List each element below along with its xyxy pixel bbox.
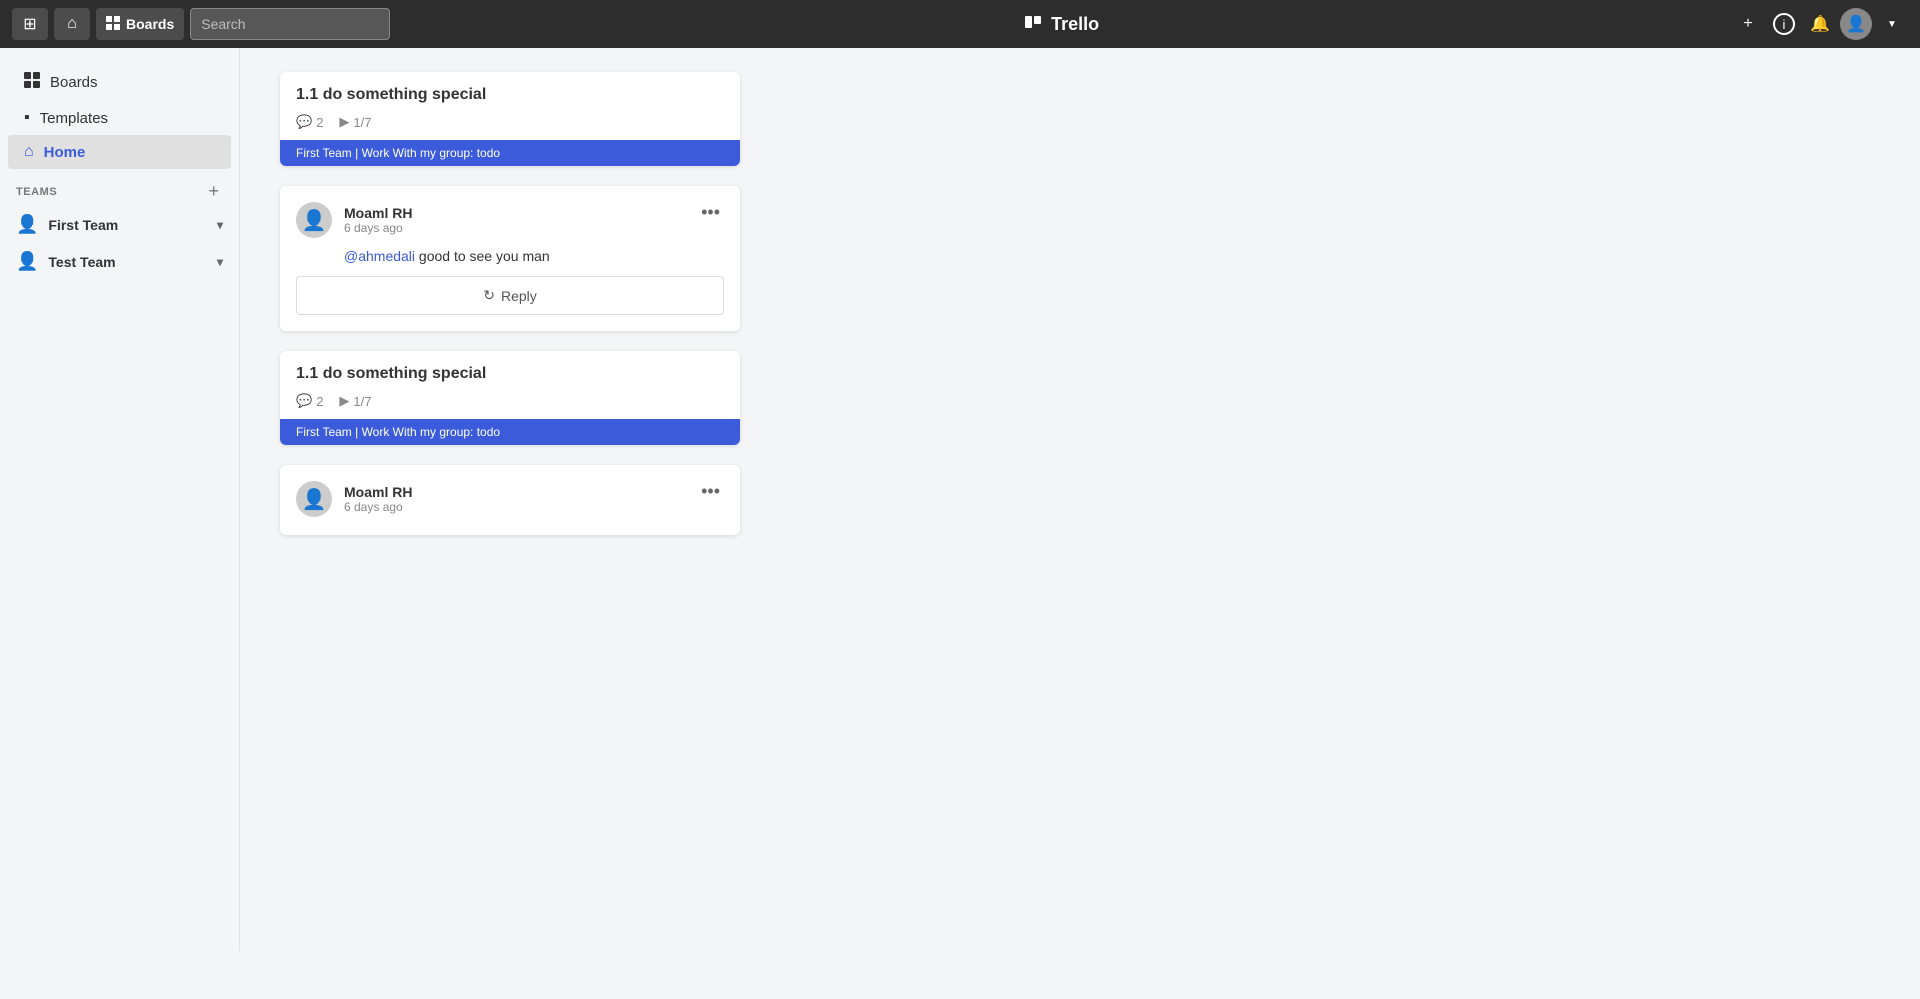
profile-chevron-button[interactable]: ▼	[1876, 8, 1908, 40]
topbar-left: ⊞ ⌂ Boards	[12, 8, 390, 40]
sidebar: Boards ▪ Templates ⌂ Home Teams + 👤 Firs…	[0, 48, 240, 951]
comment-card-1: 👤 Moaml RH 6 days ago ••• @ahmedali good…	[280, 186, 740, 331]
comment-mention: @ahmedali	[344, 248, 415, 264]
card-1-comments-count: 2	[316, 115, 323, 130]
card-2-footer: First Team | Work With my group: todo	[280, 419, 740, 445]
comment-2-icon: 💬	[296, 393, 312, 409]
comment-1-meta: Moaml RH 6 days ago	[344, 205, 412, 235]
add-team-button[interactable]: +	[204, 181, 223, 202]
reply-button[interactable]: ↻ Reply	[296, 276, 724, 315]
comment-card-2: 👤 Moaml RH 6 days ago •••	[280, 465, 740, 535]
checklist-2-icon: ▶	[339, 393, 349, 409]
card-2[interactable]: 1.1 do something special 💬 2 ▶ 1/7 First…	[280, 351, 740, 445]
home-sidebar-icon: ⌂	[24, 143, 34, 161]
bell-icon: 🔔	[1810, 14, 1830, 34]
comment-1-user: 👤 Moaml RH 6 days ago	[296, 202, 412, 238]
sidebar-item-templates[interactable]: ▪ Templates	[8, 101, 231, 135]
card-1-comments: 💬 2	[296, 114, 323, 130]
avatar-2-person-icon: 👤	[302, 487, 327, 512]
layout: Boards ▪ Templates ⌂ Home Teams + 👤 Firs…	[0, 48, 1920, 951]
card-2-checklist: ▶ 1/7	[339, 393, 371, 409]
notifications-button[interactable]: 🔔	[1804, 8, 1836, 40]
chevron-down-icon: ▼	[1887, 19, 1897, 30]
comment-1-text: @ahmedali good to see you man	[296, 248, 724, 264]
avatar-icon: 👤	[1846, 14, 1866, 34]
card-2-checklist-val: 1/7	[353, 394, 371, 409]
sidebar-home-label: Home	[44, 144, 86, 161]
checklist-icon: ▶	[339, 114, 349, 130]
card-2-body: 1.1 do something special 💬 2 ▶ 1/7	[280, 351, 740, 419]
test-team-left: 👤 Test Team	[16, 251, 116, 272]
first-team-label: First Team	[48, 217, 118, 233]
card-2-meta: 💬 2 ▶ 1/7	[296, 393, 724, 409]
card-2-comments: 💬 2	[296, 393, 323, 409]
comment-1-header: 👤 Moaml RH 6 days ago •••	[296, 202, 724, 238]
comment-2-username: Moaml RH	[344, 484, 412, 500]
card-1-checklist-val: 1/7	[353, 115, 371, 130]
info-icon: i	[1773, 13, 1795, 35]
avatar[interactable]: 👤	[1840, 8, 1872, 40]
apps-button[interactable]: ⊞	[12, 8, 48, 40]
teams-label: Teams	[16, 186, 57, 198]
card-1-meta: 💬 2 ▶ 1/7	[296, 114, 724, 130]
comment-2-avatar: 👤	[296, 481, 332, 517]
card-1[interactable]: 1.1 do something special 💬 2 ▶ 1/7 First…	[280, 72, 740, 166]
card-1-footer: First Team | Work With my group: todo	[280, 140, 740, 166]
comment-1-time: 6 days ago	[344, 221, 412, 235]
test-team-icon: 👤	[16, 251, 38, 272]
app-title: Trello	[1051, 14, 1099, 35]
first-team-icon: 👤	[16, 214, 38, 235]
card-1-checklist: ▶ 1/7	[339, 114, 371, 130]
comment-icon: 💬	[296, 114, 312, 130]
topbar-right: + i 🔔 👤 ▼	[1732, 8, 1908, 40]
sidebar-item-test-team[interactable]: 👤 Test Team ▾	[0, 243, 239, 280]
add-button[interactable]: +	[1732, 8, 1764, 40]
templates-icon: ▪	[24, 109, 30, 127]
first-team-chevron-icon: ▾	[217, 218, 223, 232]
info-button[interactable]: i	[1768, 8, 1800, 40]
home-icon: ⌂	[67, 15, 77, 33]
boards-button-label: Boards	[126, 16, 174, 32]
card-2-comments-count: 2	[316, 394, 323, 409]
home-button[interactable]: ⌂	[54, 8, 90, 40]
card-2-title: 1.1 do something special	[296, 365, 724, 383]
reply-icon: ↻	[483, 287, 495, 304]
main-content: 1.1 do something special 💬 2 ▶ 1/7 First…	[240, 48, 1920, 951]
test-team-chevron-icon: ▾	[217, 255, 223, 269]
trello-logo-icon	[1023, 14, 1043, 34]
search-input[interactable]	[190, 8, 390, 40]
sidebar-item-home[interactable]: ⌂ Home	[8, 135, 231, 169]
boards-button[interactable]: Boards	[96, 8, 184, 40]
add-icon: +	[1743, 15, 1752, 33]
more-icon: •••	[701, 202, 720, 222]
comment-1-avatar: 👤	[296, 202, 332, 238]
comment-text-rest: good to see you man	[415, 248, 550, 264]
topbar: ⊞ ⌂ Boards Trello + i 🔔 👤	[0, 0, 1920, 48]
apps-icon: ⊞	[23, 14, 36, 34]
comment-1-username: Moaml RH	[344, 205, 412, 221]
boards-grid-icon	[106, 16, 120, 33]
comment-2-user: 👤 Moaml RH 6 days ago	[296, 481, 412, 517]
sidebar-item-first-team[interactable]: 👤 First Team ▾	[0, 206, 239, 243]
test-team-label: Test Team	[48, 254, 115, 270]
teams-section-header: Teams +	[0, 169, 239, 206]
topbar-center: Trello	[398, 14, 1724, 35]
comment-2-meta: Moaml RH 6 days ago	[344, 484, 412, 514]
boards-icon	[24, 72, 40, 93]
comment-2-time: 6 days ago	[344, 500, 412, 514]
first-team-left: 👤 First Team	[16, 214, 118, 235]
card-1-body: 1.1 do something special 💬 2 ▶ 1/7	[280, 72, 740, 140]
avatar-person-icon: 👤	[302, 208, 327, 233]
more-2-icon: •••	[701, 481, 720, 501]
sidebar-item-boards[interactable]: Boards	[8, 64, 231, 101]
comment-2-header: 👤 Moaml RH 6 days ago •••	[296, 481, 724, 517]
comment-2-more-button[interactable]: •••	[697, 481, 724, 502]
reply-label: Reply	[501, 288, 537, 304]
sidebar-boards-label: Boards	[50, 74, 98, 91]
sidebar-templates-label: Templates	[40, 110, 108, 127]
card-1-title: 1.1 do something special	[296, 86, 724, 104]
comment-more-button[interactable]: •••	[697, 202, 724, 223]
